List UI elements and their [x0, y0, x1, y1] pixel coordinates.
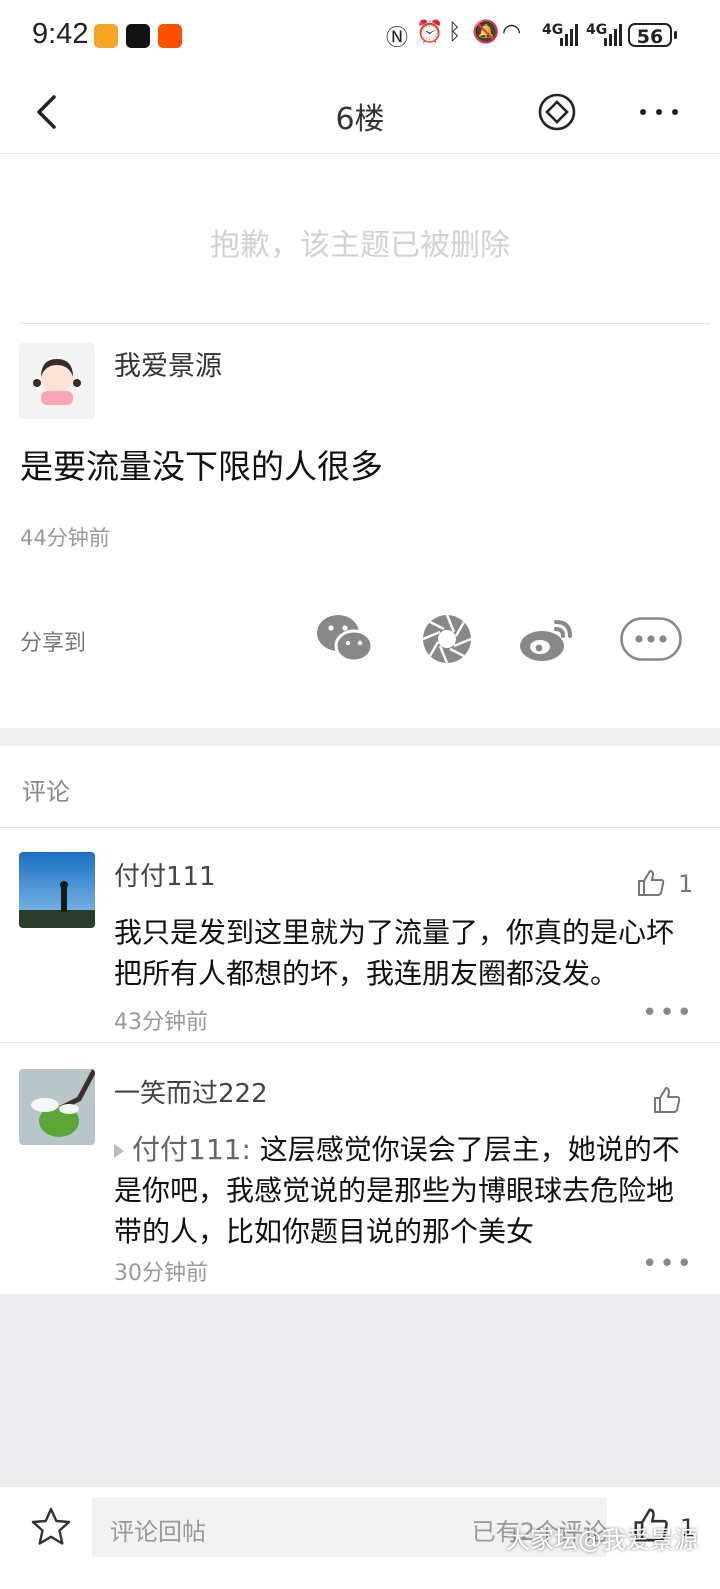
weibo-icon[interactable]	[518, 612, 576, 666]
alarm-icon: ⏰	[416, 20, 444, 45]
share-more-icon[interactable]	[620, 617, 682, 661]
reward-icon[interactable]	[537, 92, 577, 132]
status-bar: 9:42 Ⓝ ⏰ ᛒ 🔕 ◠ 4G 4G 56	[0, 0, 720, 76]
empty-area	[0, 1294, 720, 1486]
bluetooth-icon: ᛒ	[448, 20, 462, 45]
comment-more-icon[interactable]: •••	[642, 998, 694, 1028]
nfc-icon: Ⓝ	[386, 26, 409, 51]
comment-text-with-quote: 付付111: 这层感觉你误会了层主，她说的不是你吧，我感觉说的是那些为博眼球去危…	[114, 1129, 694, 1252]
battery-indicator: 56	[628, 23, 677, 48]
post-time: 44分钟前	[20, 526, 110, 550]
moments-icon[interactable]	[420, 612, 478, 666]
avatar-landscape-icon	[19, 852, 95, 928]
commenter-name[interactable]: 付付111	[114, 856, 216, 893]
quote-arrow-icon	[114, 1144, 124, 1158]
favorite-star-icon[interactable]	[30, 1506, 72, 1548]
author-avatar[interactable]	[19, 343, 95, 419]
post-content: 是要流量没下限的人很多	[20, 447, 383, 486]
comment-time: 30分钟前	[114, 1261, 208, 1286]
like-count: 1	[678, 870, 694, 898]
like-icon[interactable]	[652, 1085, 682, 1115]
taobao-notification-icon	[158, 24, 182, 48]
wechat-icon[interactable]	[315, 612, 373, 666]
commenter-name[interactable]: 一笑而过222	[114, 1073, 268, 1110]
comment-time: 43分钟前	[114, 1010, 208, 1035]
like-icon[interactable]	[636, 868, 666, 898]
comment-item: 一笑而过222 付付111: 这层感觉你误会了层主，她说的不是你吧，我感觉说的是…	[0, 1043, 720, 1293]
comment-input-placeholder: 评论回帖	[110, 1518, 206, 1546]
reply-to-user[interactable]: 付付111:	[132, 1133, 251, 1166]
commenter-avatar[interactable]	[19, 852, 95, 928]
mute-icon: 🔕	[472, 20, 500, 45]
comment-more-icon[interactable]: •••	[642, 1249, 694, 1279]
signal-bars-icon-2	[604, 24, 622, 46]
share-label: 分享到	[20, 631, 87, 656]
avatar-leaf-snow-icon	[19, 1069, 95, 1145]
watermark: 大家坛@我爱景源	[506, 1526, 698, 1554]
comment-item: 付付111 1 我只是发到这里就为了流量了，你真的是心坏把所有人都想的坏，我连朋…	[0, 828, 720, 1042]
comments-header: 评论	[22, 778, 70, 806]
author-name[interactable]: 我爱景源	[114, 344, 222, 383]
commenter-avatar[interactable]	[19, 1069, 95, 1145]
section-gap	[0, 728, 720, 746]
nav-divider	[0, 153, 720, 154]
app-notification-icon-2	[126, 24, 150, 48]
wifi-icon: ◠	[502, 20, 522, 45]
deleted-notice: 抱歉，该主题已被删除	[210, 228, 510, 263]
status-time: 9:42	[32, 18, 89, 50]
more-options-icon[interactable]	[638, 92, 680, 132]
page-title: 6楼	[335, 102, 385, 137]
post-divider	[20, 323, 710, 324]
avatar-girl-icon	[33, 359, 81, 405]
signal-bars-icon-1	[560, 24, 578, 46]
app-notification-icon-1	[94, 24, 118, 48]
comment-text: 我只是发到这里就为了流量了，你真的是心坏把所有人都想的坏，我连朋友圈都没发。	[114, 916, 675, 990]
